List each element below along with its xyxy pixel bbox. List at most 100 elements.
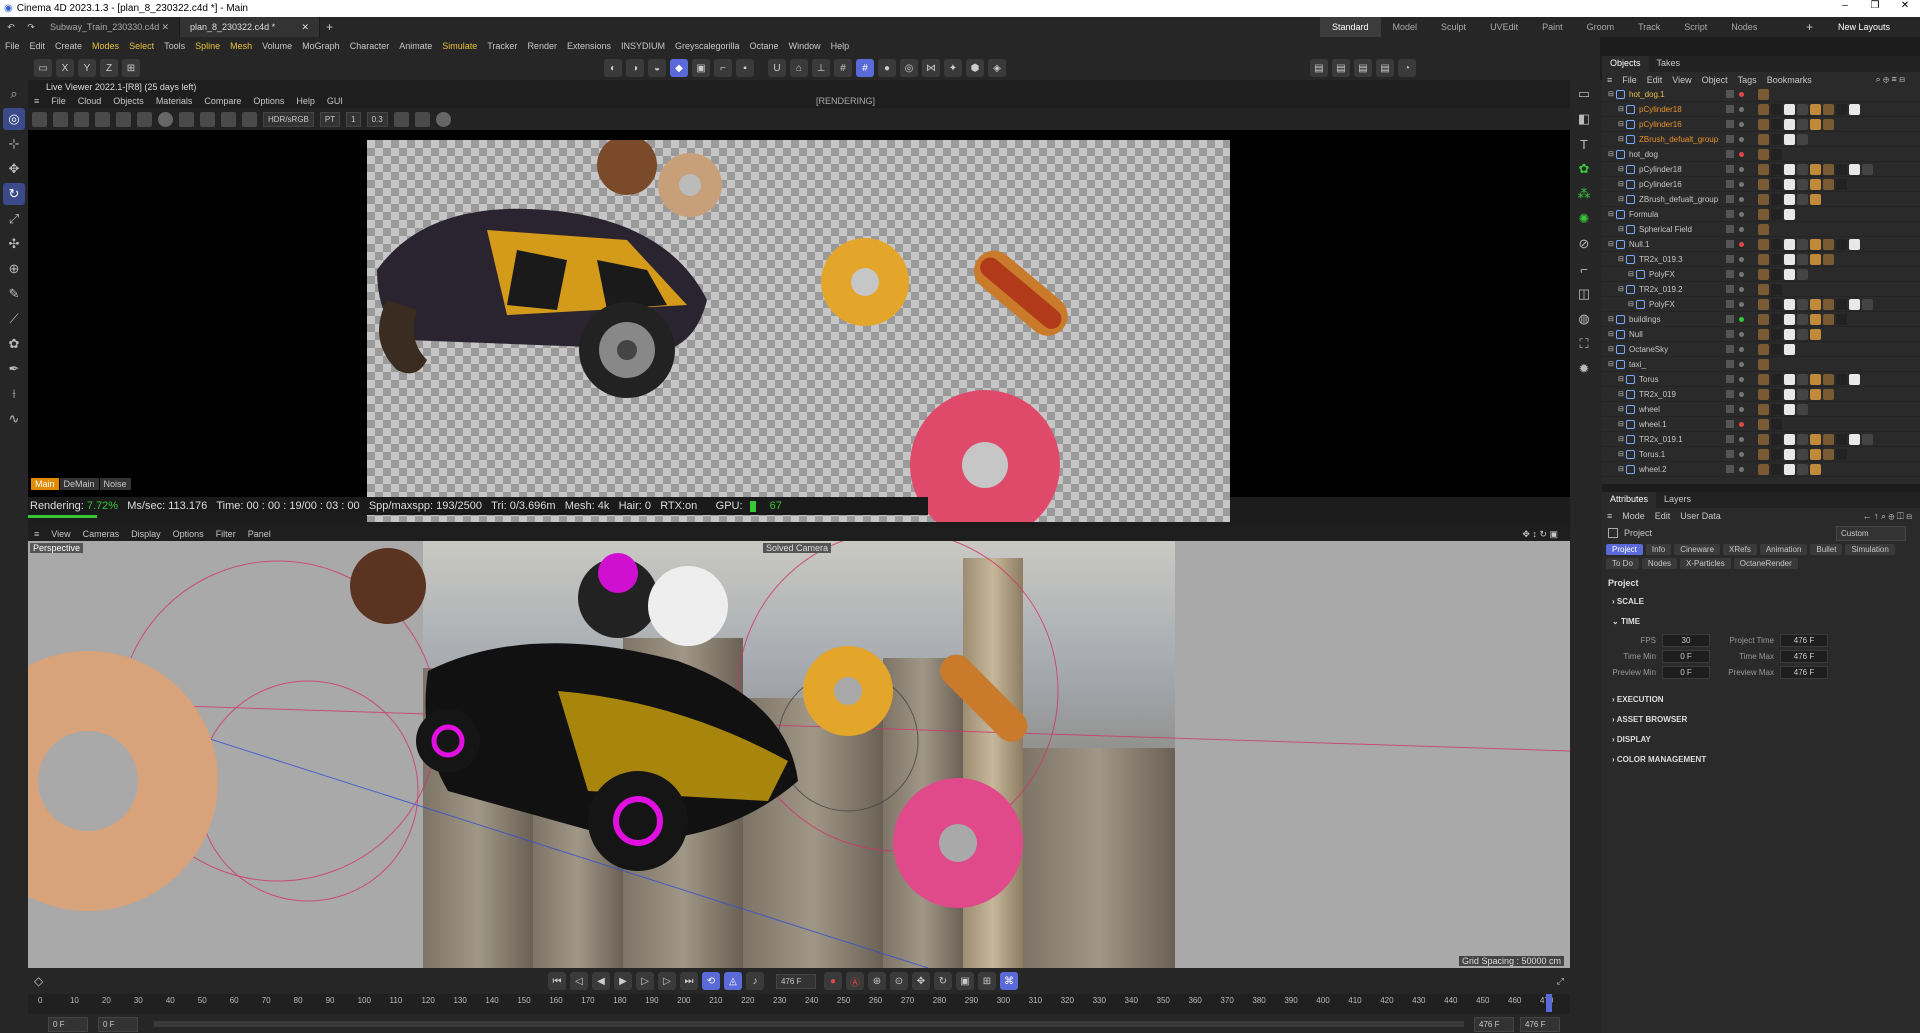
timeline-expand-icon[interactable]: ⤢: [1557, 976, 1564, 987]
obj-menu-view[interactable]: View: [1667, 75, 1696, 85]
obj-menu-object[interactable]: Object: [1697, 75, 1733, 85]
symmetry-icon[interactable]: ⋈: [922, 59, 940, 77]
spline-icon[interactable]: ⌐: [1573, 258, 1595, 280]
material-tag-icon[interactable]: [1784, 433, 1795, 445]
restart-render-icon[interactable]: [53, 111, 68, 127]
material-tag-icon[interactable]: [1784, 403, 1795, 415]
object-row[interactable]: ⊟ PolyFX: [1602, 297, 1920, 312]
material-tag-icon[interactable]: [1823, 103, 1834, 115]
object-row[interactable]: ⊟ pCylinder16: [1602, 177, 1920, 192]
visibility-toggle[interactable]: [1726, 270, 1734, 278]
material-tag-icon[interactable]: [1797, 193, 1808, 205]
menu-insydium[interactable]: INSYDIUM: [616, 37, 670, 56]
lock-render-icon[interactable]: [137, 111, 152, 127]
fps-field[interactable]: 30: [1662, 633, 1710, 647]
kernel-select[interactable]: PT: [319, 111, 341, 127]
menu-volume[interactable]: Volume: [257, 37, 297, 56]
object-name[interactable]: PolyFX: [1649, 300, 1675, 309]
next-key-icon[interactable]: ▷: [658, 972, 676, 990]
preview-end-field[interactable]: 476 F: [1474, 1016, 1514, 1032]
close-button[interactable]: ✕: [1890, 0, 1920, 11]
project-time-field[interactable]: 476 F: [1780, 633, 1828, 647]
object-row[interactable]: ⊟ Torus: [1602, 372, 1920, 387]
material-tag-icon[interactable]: [1849, 373, 1860, 385]
brush-icon[interactable]: ✒: [3, 358, 25, 380]
material-tag-icon[interactable]: [1784, 298, 1795, 310]
object-row[interactable]: ⊟ wheel.1: [1602, 417, 1920, 432]
material-tag-icon[interactable]: [1771, 208, 1782, 220]
preview-max-field[interactable]: 476 F: [1780, 665, 1828, 679]
material-tag-icon[interactable]: [1758, 463, 1769, 475]
object-name[interactable]: Formula: [1629, 210, 1658, 219]
status-dot[interactable]: [1739, 436, 1744, 442]
lv-tab-demain[interactable]: DeMain: [59, 478, 99, 490]
menu-file[interactable]: File: [0, 37, 25, 56]
value1-field[interactable]: 1: [346, 111, 361, 127]
obj-menu-file[interactable]: File: [1617, 75, 1642, 85]
material-tag-icon[interactable]: [1797, 103, 1808, 115]
expand-icon[interactable]: ⊟: [1618, 135, 1626, 143]
section-color-management[interactable]: › COLOR MANAGEMENT: [1602, 750, 1920, 770]
play-icon[interactable]: ▶: [614, 972, 632, 990]
layout-sculpt[interactable]: Sculpt: [1429, 17, 1478, 37]
layout-nodes[interactable]: Nodes: [1719, 17, 1769, 37]
material-tag-icon[interactable]: [1797, 433, 1808, 445]
object-row[interactable]: ⊟ TR2x_019.2: [1602, 282, 1920, 297]
expand-icon[interactable]: ⊟: [1618, 420, 1626, 428]
status-dot[interactable]: [1739, 391, 1744, 397]
attr-nav-icons[interactable]: ← ↑ ⌕ ⊕ ◫ ⊟: [1863, 511, 1912, 522]
lv-menu-objects[interactable]: Objects: [107, 96, 150, 106]
undo-icon[interactable]: ↶: [0, 22, 22, 33]
object-name[interactable]: TR2x_019.2: [1639, 285, 1683, 294]
render-view-icon[interactable]: ◎: [900, 59, 918, 77]
current-frame-field[interactable]: 476 F: [776, 973, 816, 989]
status-dot[interactable]: [1739, 361, 1744, 367]
expand-icon[interactable]: ⊟: [1608, 345, 1616, 353]
material-tag-icon[interactable]: [1758, 238, 1769, 250]
vp-menu-cameras[interactable]: Cameras: [77, 529, 126, 539]
eyedropper-icon[interactable]: ⟊: [3, 383, 25, 405]
material-tag-icon[interactable]: [1797, 118, 1808, 130]
status-dot[interactable]: [1739, 376, 1744, 382]
preview-start-field[interactable]: 0 F: [98, 1016, 138, 1032]
rotate-tool-icon[interactable]: ↻: [3, 183, 25, 205]
snap-icon[interactable]: U: [768, 59, 786, 77]
edges-mode-icon[interactable]: ◒: [648, 59, 666, 77]
material-tag-icon[interactable]: [1862, 163, 1873, 175]
attr-menu-icon[interactable]: ≡: [1602, 511, 1617, 521]
material-tag-icon[interactable]: [1758, 88, 1769, 100]
object-name[interactable]: pCylinder18: [1639, 165, 1682, 174]
material-tag-icon[interactable]: [1862, 433, 1873, 445]
material-tag-icon[interactable]: [1797, 313, 1808, 325]
material-tag-icon[interactable]: [1797, 373, 1808, 385]
object-name[interactable]: wheel: [1639, 405, 1660, 414]
pick-focus-icon[interactable]: [200, 111, 215, 127]
material-tag-icon[interactable]: [1784, 328, 1795, 340]
material-tag-icon[interactable]: [1758, 133, 1769, 145]
object-name[interactable]: Torus: [1639, 375, 1659, 384]
generator-icon[interactable]: ✿: [1573, 158, 1595, 180]
preview-min-field[interactable]: 0 F: [1662, 665, 1710, 679]
status-dot[interactable]: [1739, 226, 1744, 232]
visibility-toggle[interactable]: [1726, 315, 1734, 323]
menu-greyscalegorilla[interactable]: Greyscalegorilla: [670, 37, 745, 56]
points-mode-icon[interactable]: ◑: [626, 59, 644, 77]
expand-icon[interactable]: ⊟: [1608, 150, 1616, 158]
scene-camera-icon[interactable]: ⛶: [1573, 333, 1595, 355]
spline-pen-icon[interactable]: ✎: [3, 283, 25, 305]
material-tag-icon[interactable]: [1784, 178, 1795, 190]
layout-track[interactable]: Track: [1626, 17, 1672, 37]
expand-icon[interactable]: ⊟: [1608, 330, 1616, 338]
record-icon[interactable]: [435, 111, 451, 127]
material-tag-icon[interactable]: [1784, 373, 1795, 385]
viewport-menu-icon[interactable]: ≡: [28, 529, 45, 539]
menu-character[interactable]: Character: [345, 37, 395, 56]
pick-object-icon[interactable]: [242, 111, 257, 127]
object-row[interactable]: ⊟ Null.1: [1602, 237, 1920, 252]
key-position-icon[interactable]: ✥: [912, 972, 930, 990]
team-render-icon[interactable]: ◔: [1398, 59, 1416, 77]
lv-menu-help[interactable]: Help: [290, 96, 321, 106]
attr-menu-edit[interactable]: Edit: [1650, 511, 1676, 521]
material-tag-icon[interactable]: [1836, 313, 1847, 325]
material-tag-icon[interactable]: [1797, 403, 1808, 415]
